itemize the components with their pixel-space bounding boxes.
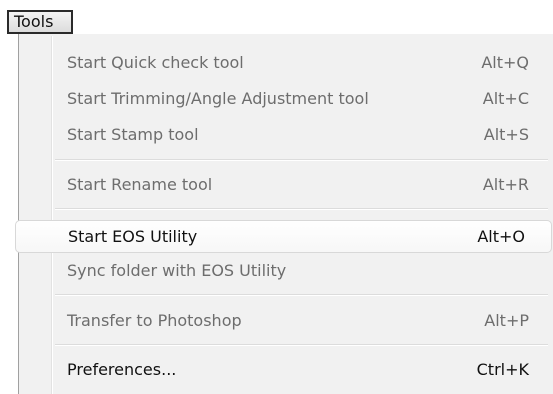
menu-item-label: Start Stamp tool [67,125,199,144]
menu-item-start-eos-utility[interactable]: Start EOS Utility Alt+O [15,220,552,253]
menu-item-shortcut: Ctrl+K [476,360,529,379]
menu-item-shortcut: Alt+O [477,227,525,246]
menu-item-transfer-to-photoshop[interactable]: Transfer to Photoshop Alt+P [23,306,548,336]
menu-item-label: Preferences... [67,360,177,379]
menu-item-label: Transfer to Photoshop [67,311,242,330]
menu-item-shortcut: Alt+P [484,311,529,330]
menu-item-start-quick-check-tool[interactable]: Start Quick check tool Alt+Q [23,48,548,78]
menu-item-sync-folder-eos-utility[interactable]: Sync folder with EOS Utility [23,256,548,286]
menu-item-shortcut: Alt+R [482,175,529,194]
menu-item-label: Sync folder with EOS Utility [67,261,287,280]
menu-separator [55,208,548,210]
menu-item-shortcut: Alt+C [482,89,529,108]
menu-item-label: Start Trimming/Angle Adjustment tool [67,89,369,108]
menu-separator [55,294,548,296]
menu-item-label: Start Rename tool [67,175,213,194]
menu-item-label: Start EOS Utility [68,227,198,246]
menu-separator [55,344,548,346]
menubar-tools-label: Tools [14,12,54,31]
menu-item-shortcut: Alt+S [483,125,529,144]
menu-item-label: Start Quick check tool [67,53,244,72]
screenshot-stage: Tools Start Quick check tool Alt+Q Start… [0,0,553,394]
tools-dropdown-menu: Start Quick check tool Alt+Q Start Trimm… [15,34,553,394]
menu-item-start-rename-tool[interactable]: Start Rename tool Alt+R [23,170,548,200]
menu-item-preferences[interactable]: Preferences... Ctrl+K [23,355,548,385]
menubar-tools[interactable]: Tools [7,10,73,34]
menu-item-start-stamp-tool[interactable]: Start Stamp tool Alt+S [23,120,548,150]
menu-item-start-trimming-tool[interactable]: Start Trimming/Angle Adjustment tool Alt… [23,84,548,114]
menu-separator [55,159,548,161]
menu-item-shortcut: Alt+Q [481,53,529,72]
